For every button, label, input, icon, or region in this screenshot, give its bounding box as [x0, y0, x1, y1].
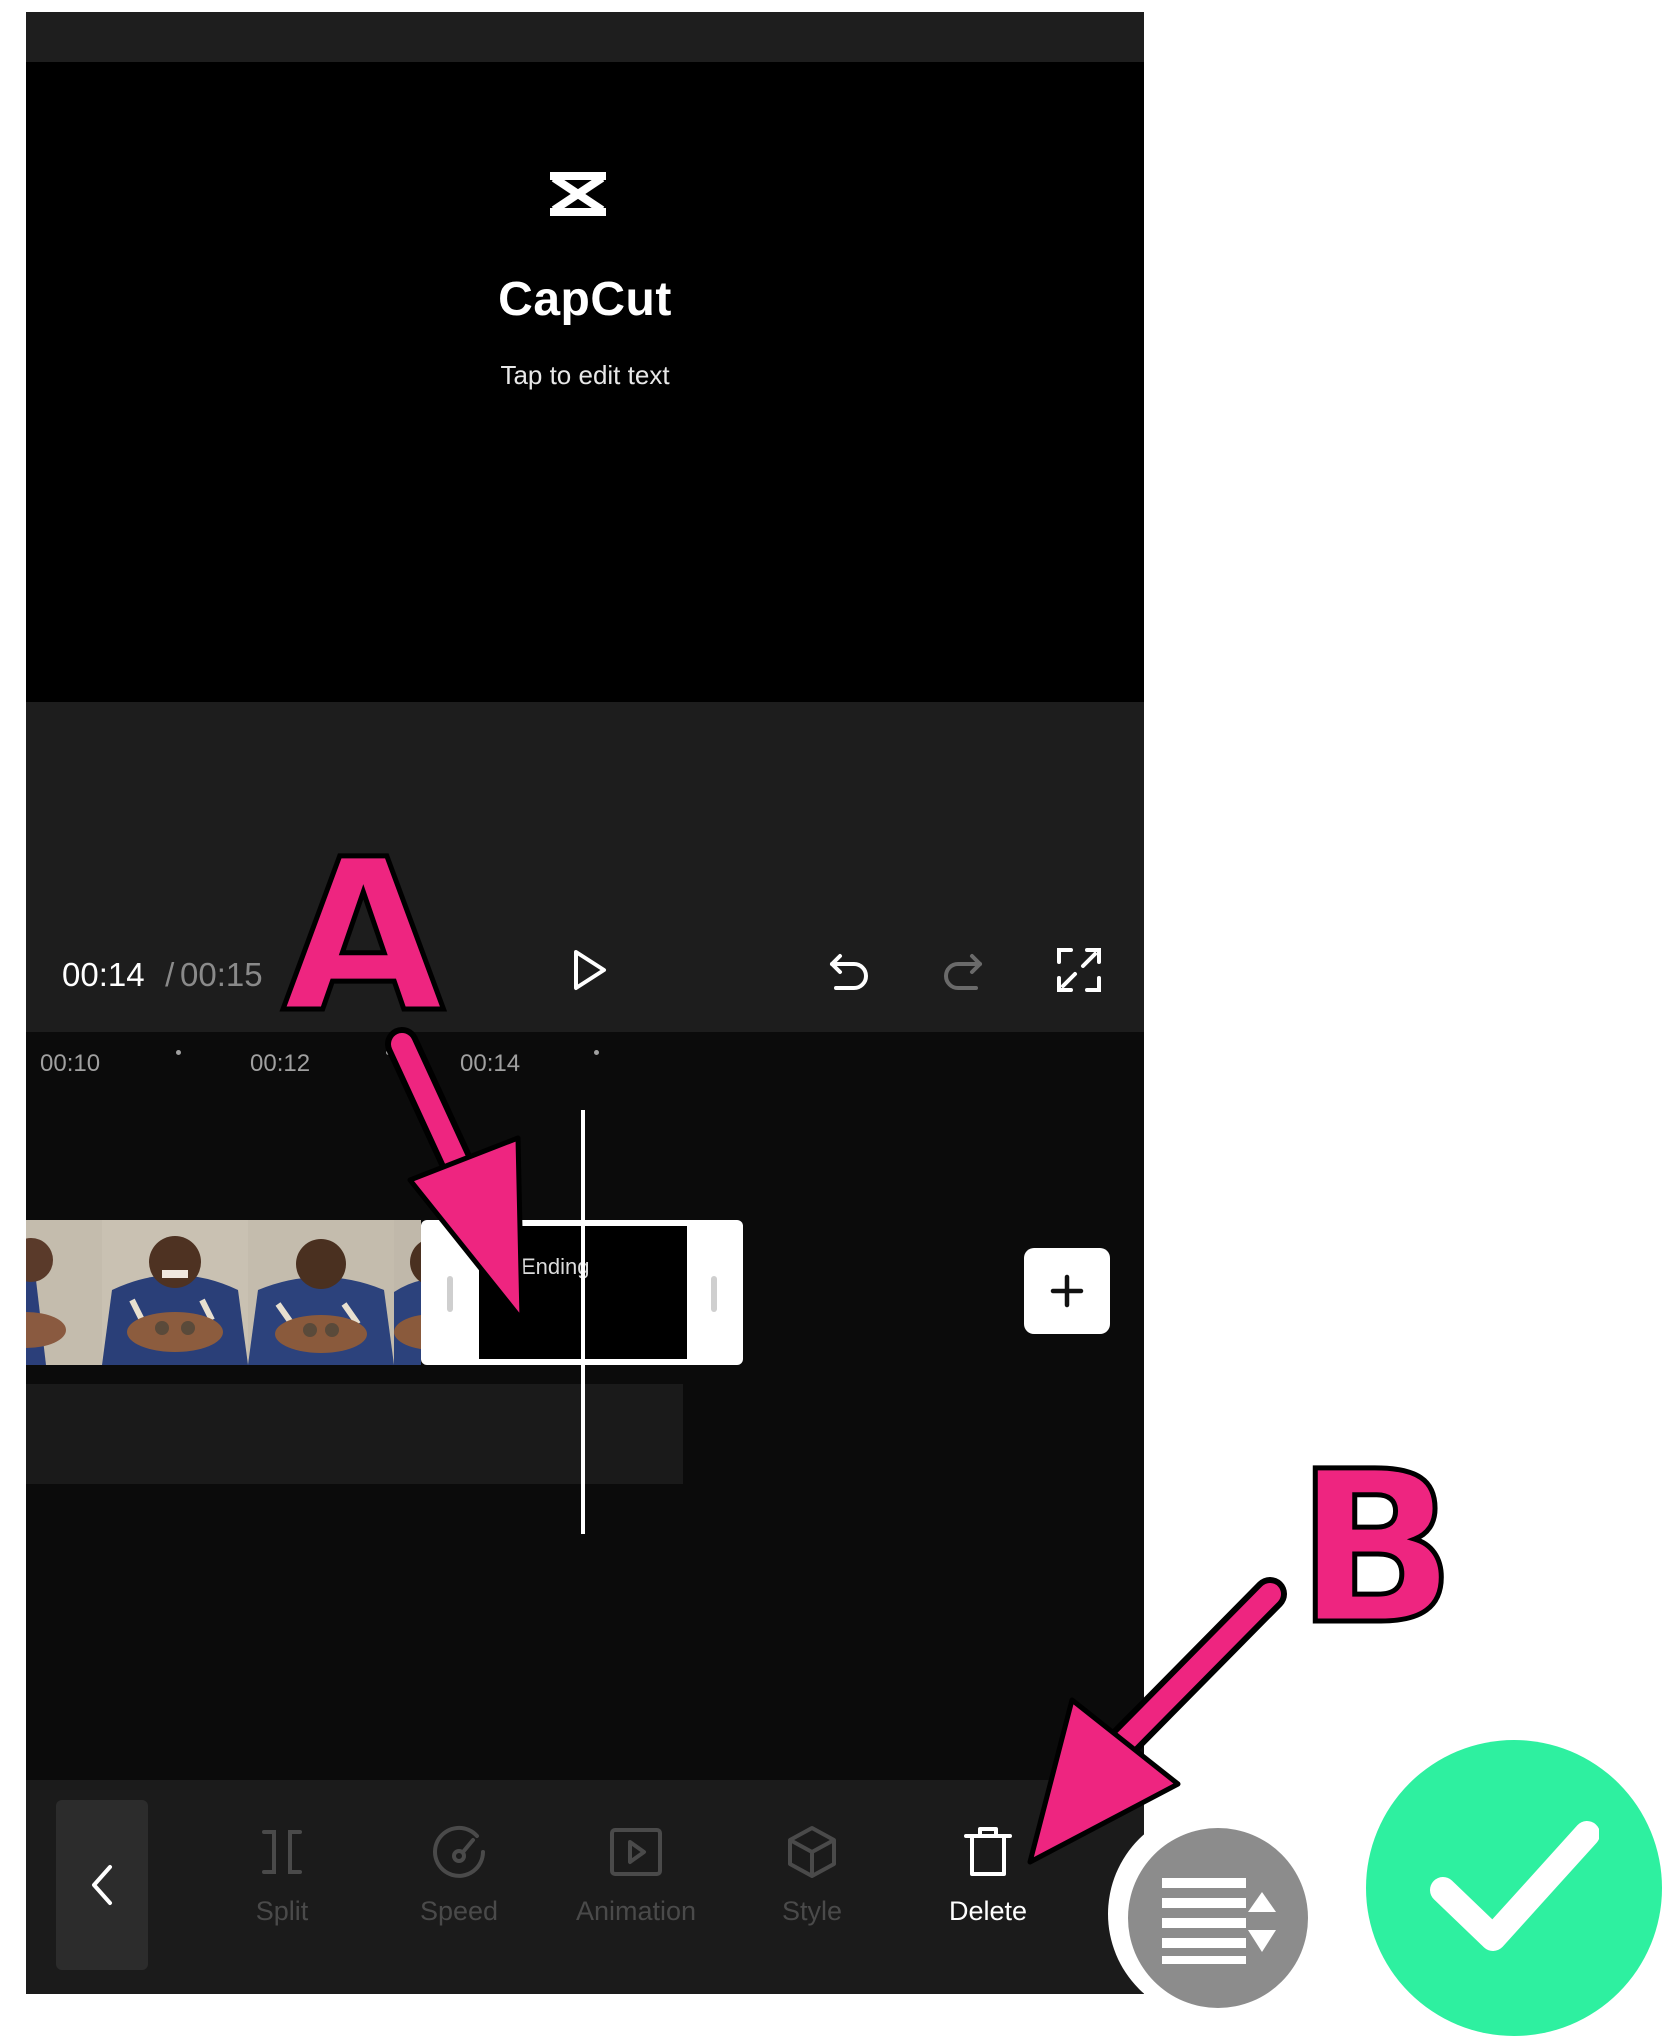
- confirm-button[interactable]: [1366, 1740, 1662, 2036]
- annotation-arrow-a: [385, 1027, 525, 1323]
- reorder-menu-button[interactable]: [1128, 1828, 1308, 2008]
- list-reorder-icon: [1162, 1878, 1276, 1964]
- annotation-arrows: [385, 1027, 1287, 1865]
- checkmark-icon: [1430, 1821, 1599, 1951]
